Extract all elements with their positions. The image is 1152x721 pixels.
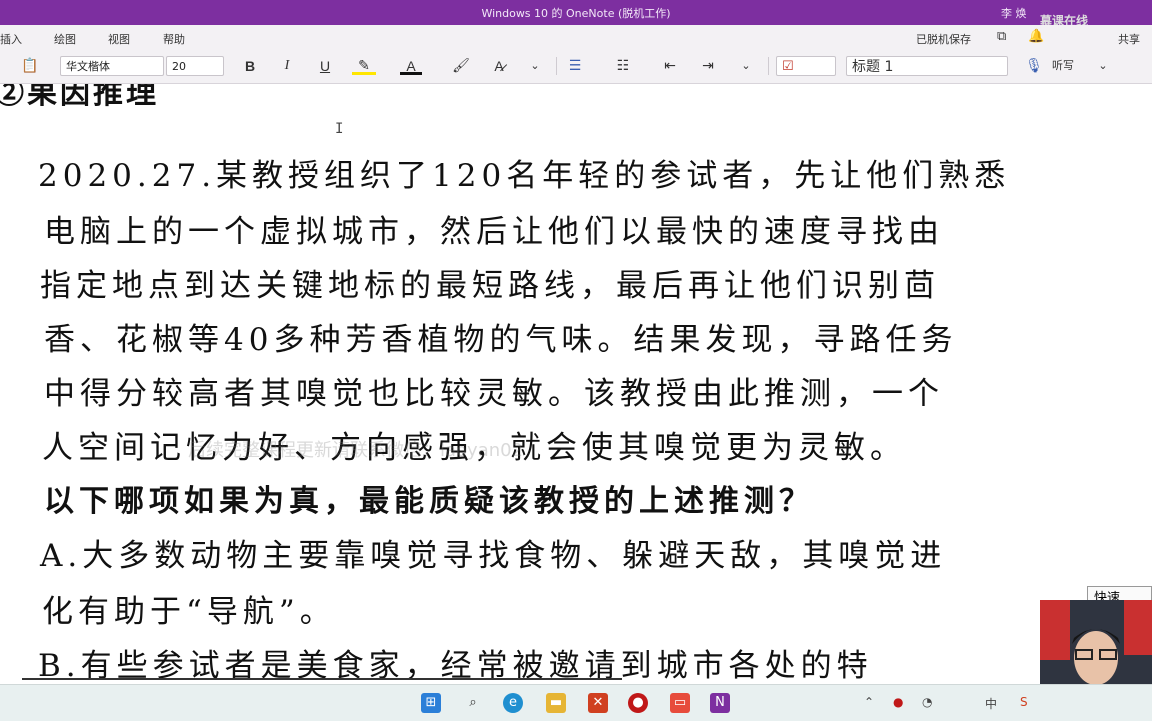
onenote-icon[interactable]: N [710,693,730,713]
taskbar: ⊞ ⌕ e ▬ ✕ ● ▭ N ⌃ ● ◔ 中 S [0,684,1152,721]
format-painter-icon[interactable]: 🖌 [450,57,472,75]
record-tray-icon[interactable]: ● [893,695,903,709]
title-bar: Windows 10 的 OneNote (脱机工作) 李 焕 慕课在线 [0,0,1152,28]
clipboard-icon[interactable]: 📋 [20,57,40,75]
style-select[interactable]: 标题 1 [846,56,1008,76]
recorder-icon[interactable]: ● [628,693,648,713]
checkbox-tag-icon: ☑ [782,59,794,74]
start-icon[interactable]: ⊞ [421,693,441,713]
menu-help[interactable]: 帮助 [163,31,185,47]
ribbon-toolbar: 📋 华文楷体 20 B I U ✎ A 🖌 A̷ ⌄ ☰ ☷ ⇤ ⇥ ⌄ ☑ 标… [0,49,1152,84]
problem-line: 香、花椒等40多种芳香植物的气味。结果发现，寻路任务 [44,322,958,358]
menu-bar: 插入 绘图 视图 帮助 已脱机保存 ⧉ 🔔 共享 [0,25,1152,49]
user-name[interactable]: 李 焕 [1001,5,1027,21]
clear-format-icon[interactable]: A̷ [488,57,510,75]
ime-indicator[interactable]: 中 [985,695,997,712]
option-a-line-2: 化有助于“导航”。 [42,594,336,630]
chevron-down-icon[interactable]: ⌄ [527,57,543,75]
note-page[interactable]: ②果因推理 I 2020.27.某教授组织了120名年轻的参试者，先让他们熟悉 … [0,84,1152,684]
font-color-button[interactable]: A [400,57,422,75]
section-heading: ②果因推理 [0,84,159,111]
app-icon[interactable]: ✕ [588,693,608,713]
problem-line: 2020.27.某教授组织了120名年轻的参试者，先让他们熟悉 [38,158,1011,194]
offline-save-status: 已脱机保存 [916,33,971,46]
bold-button[interactable]: B [240,57,260,75]
highlighter-icon[interactable]: ✎ [352,57,376,75]
chevron-down-icon[interactable]: ⌄ [738,57,754,75]
microphone-icon[interactable]: 🎙 [1025,57,1043,75]
window-title: Windows 10 的 OneNote (脱机工作) [481,7,671,20]
indent-icon[interactable]: ⇥ [698,57,718,75]
numbered-list-icon[interactable]: ☷ [613,57,633,75]
notebook-icon[interactable]: ⧉ [997,29,1006,44]
divider [768,57,769,75]
overlay-watermark: 后续完整课程更新请联系微信：laoyan02 [188,440,524,461]
outdent-icon[interactable]: ⇤ [660,57,680,75]
search-icon[interactable]: ⌕ [463,693,483,713]
menu-view[interactable]: 视图 [108,31,130,47]
problem-line: 电脑上的一个虚拟城市，然后让他们以最快的速度寻找由 [44,214,944,250]
question-text: 以下哪项如果为真，最能质疑该教授的上述推测？ [44,484,814,519]
bullet-list-icon[interactable]: ☰ [565,57,585,75]
menu-insert[interactable]: 插入 [0,31,22,47]
problem-line: 指定地点到达关键地标的最短路线，最后再让他们识别茴 [40,268,940,304]
presentation-icon[interactable]: ▭ [670,693,690,713]
underline-button[interactable]: U [315,57,335,75]
italic-button[interactable]: I [277,57,297,75]
font-name-select[interactable]: 华文楷体 [60,56,164,76]
tag-select[interactable]: ☑ [776,56,836,76]
problem-line: 中得分较高者其嗅觉也比较灵敏。该教授由此推测，一个 [44,376,944,412]
network-icon[interactable]: ◔ [922,695,932,709]
divider [556,57,557,75]
font-size-select[interactable]: 20 [166,56,224,76]
edge-browser-icon[interactable]: e [503,693,523,713]
chevron-up-icon[interactable]: ⌃ [864,695,874,709]
input-method-icon[interactable]: S [1020,695,1028,709]
share-button[interactable]: 共享 [1118,31,1140,47]
option-a-line-1: A.大多数动物主要靠嗅觉寻找食物、躲避天敌，其嗅觉进 [40,538,947,574]
chevron-down-icon[interactable]: ⌄ [1096,57,1110,75]
ink-underline [22,678,622,680]
text-cursor-icon: I [335,121,344,137]
bell-icon[interactable]: 🔔 [1028,29,1044,44]
dictate-button[interactable]: 听写 [1047,57,1079,75]
menu-draw[interactable]: 绘图 [54,31,76,47]
file-explorer-icon[interactable]: ▬ [546,693,566,713]
